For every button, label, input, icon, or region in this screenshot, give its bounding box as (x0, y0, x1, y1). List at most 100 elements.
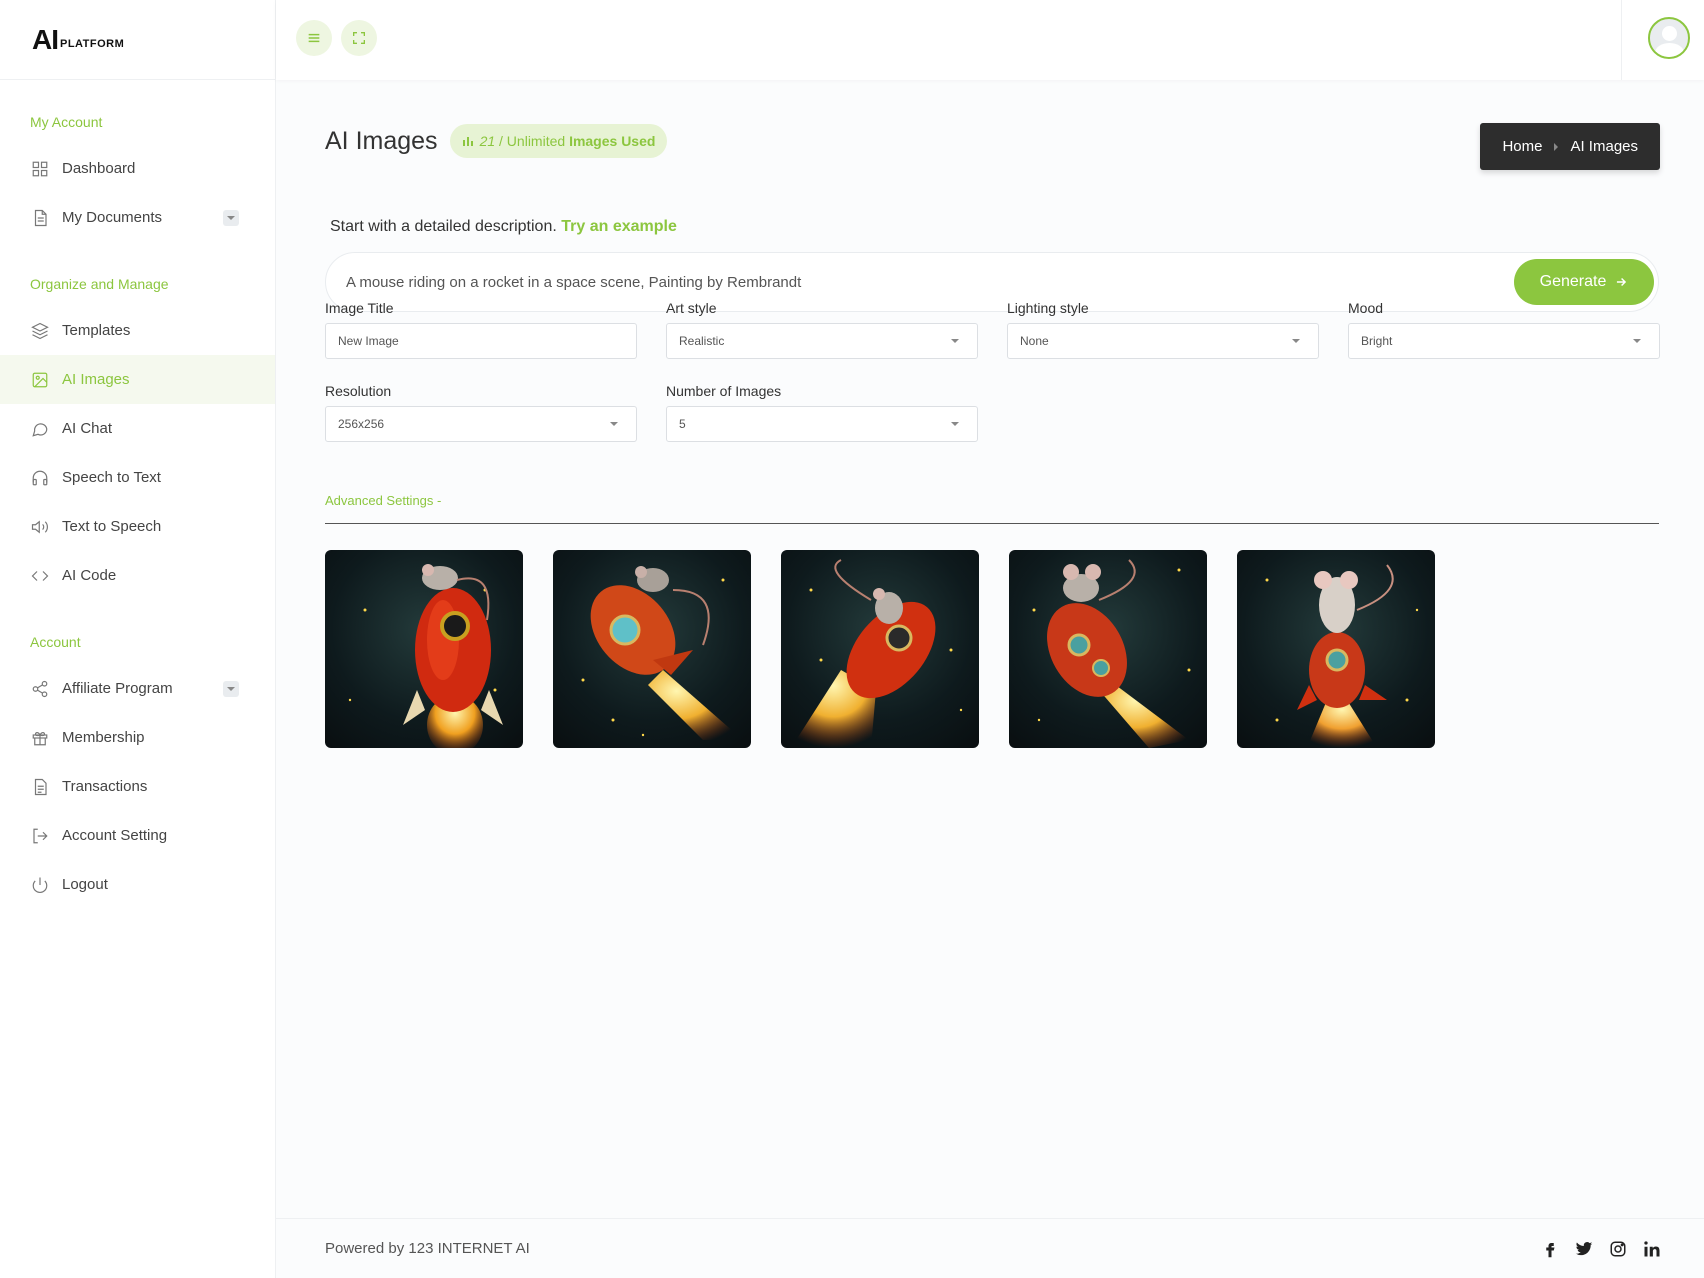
chevron-down-icon (951, 339, 959, 343)
sidebar-item-affiliate[interactable]: Affiliate Program (0, 664, 275, 713)
chat-icon (30, 419, 50, 439)
generated-image[interactable] (1009, 550, 1207, 748)
sidebar-item-label: AI Images (62, 371, 130, 388)
sidebar-item-label: AI Chat (62, 420, 113, 437)
generated-image[interactable] (553, 550, 751, 748)
speaker-icon (30, 517, 50, 537)
rocket-mouse-image (791, 559, 963, 748)
topbar-divider (1621, 0, 1622, 80)
facebook-icon[interactable] (1540, 1239, 1560, 1259)
resolution-field: Resolution 256x256 (325, 383, 637, 442)
image-title-input[interactable]: New Image (325, 323, 637, 359)
image-icon (30, 370, 50, 390)
rocket-mouse-image (1032, 559, 1191, 748)
try-example-link[interactable]: Try an example (561, 218, 677, 235)
sidebar-item-label: Text to Speech (62, 518, 162, 535)
generated-image[interactable] (1237, 550, 1435, 748)
lighting-style-field: Lighting style None (1007, 300, 1319, 359)
logo-platform-text: PLATFORM (60, 37, 125, 50)
avatar[interactable] (1648, 17, 1690, 59)
lighting-style-select[interactable]: None (1007, 323, 1319, 359)
grid-icon (30, 159, 50, 179)
power-icon (30, 875, 50, 895)
divider (325, 523, 1659, 524)
image-title-label: Image Title (325, 300, 394, 316)
sidebar-item-membership[interactable]: Membership (0, 713, 275, 762)
sidebar-item-label: Membership (62, 729, 145, 746)
sidebar-item-label: Transactions (62, 778, 148, 795)
sidebar-item-my-documents[interactable]: My Documents (0, 193, 275, 242)
chevron-down-icon[interactable] (223, 680, 239, 697)
receipt-icon (30, 777, 50, 797)
menu-toggle-button[interactable] (296, 20, 332, 56)
lighting-style-label: Lighting style (1007, 300, 1089, 316)
page-header: AI Images 21 / Unlimited Images Used (325, 124, 668, 158)
mood-select[interactable]: Bright (1348, 323, 1660, 359)
code-icon (30, 566, 50, 586)
generate-label: Generate (1539, 273, 1607, 290)
breadcrumb-home[interactable]: Home (1502, 138, 1542, 155)
linkedin-icon[interactable] (1642, 1239, 1662, 1259)
page-title: AI Images (325, 126, 438, 155)
sidebar-item-speech-to-text[interactable]: Speech to Text (0, 453, 275, 502)
arrow-right-icon (1617, 277, 1627, 287)
layers-icon (30, 321, 50, 341)
breadcrumb-separator-icon (1554, 142, 1559, 151)
chevron-down-icon[interactable] (223, 209, 239, 226)
number-of-images-select[interactable]: 5 (666, 406, 978, 442)
sidebar-item-ai-images[interactable]: AI Images (0, 355, 275, 404)
sidebar-item-ai-code[interactable]: AI Code (0, 551, 275, 600)
bar-chart-icon (462, 137, 473, 146)
image-title-field: Image Title New Image (325, 300, 637, 359)
headphones-icon (30, 468, 50, 488)
number-of-images-value: 5 (679, 417, 686, 431)
sidebar-item-ai-chat[interactable]: AI Chat (0, 404, 275, 453)
sidebar-item-label: Dashboard (62, 160, 136, 177)
usage-count: 21 (479, 133, 496, 149)
fullscreen-button[interactable] (341, 20, 377, 56)
sidebar-item-dashboard[interactable]: Dashboard (0, 144, 275, 193)
generated-image[interactable] (781, 550, 979, 748)
image-gallery (325, 550, 1435, 748)
image-title-placeholder: New Image (338, 334, 399, 348)
art-style-select[interactable]: Realistic (666, 323, 978, 359)
usage-text: / Unlimited (495, 133, 570, 149)
main-content: AI Images 21 / Unlimited Images Used Hom… (276, 80, 1704, 1278)
number-of-images-label: Number of Images (666, 383, 782, 399)
generate-button[interactable]: Generate (1514, 259, 1654, 305)
sidebar-item-label: AI Code (62, 567, 117, 584)
advanced-settings-toggle[interactable]: Advanced Settings - (325, 493, 441, 508)
twitter-icon[interactable] (1574, 1239, 1594, 1259)
sidebar-item-label: My Documents (62, 209, 163, 226)
document-icon (30, 208, 50, 228)
sidebar-item-label: Account Setting (62, 827, 168, 844)
sidebar-item-label: Affiliate Program (62, 680, 173, 697)
footer: Powered by 123 INTERNET AI (276, 1218, 1704, 1278)
sidebar-item-account-setting[interactable]: Account Setting (0, 811, 275, 860)
section-account: Account (30, 634, 81, 650)
mood-value: Bright (1361, 334, 1393, 348)
section-organize: Organize and Manage (30, 276, 169, 292)
logo-ai-text: AI (32, 23, 59, 55)
resolution-label: Resolution (325, 383, 392, 399)
prompt-intro: Start with a detailed description. Try a… (330, 218, 677, 236)
art-style-label: Art style (666, 300, 717, 316)
intro-text: Start with a detailed description. (330, 218, 562, 235)
logo[interactable]: AI PLATFORM (0, 0, 275, 80)
sidebar-item-transactions[interactable]: Transactions (0, 762, 275, 811)
mood-field: Mood Bright (1348, 300, 1660, 359)
resolution-select[interactable]: 256x256 (325, 406, 637, 442)
sidebar: AI PLATFORM My Account Dashboard My Docu… (0, 0, 276, 1278)
gift-icon (30, 728, 50, 748)
sidebar-item-text-to-speech[interactable]: Text to Speech (0, 502, 275, 551)
topbar (276, 0, 1704, 80)
art-style-value: Realistic (679, 334, 725, 348)
chevron-down-icon (1292, 339, 1300, 343)
sidebar-item-label: Speech to Text (62, 469, 161, 486)
instagram-icon[interactable] (1608, 1239, 1628, 1259)
lighting-style-value: None (1020, 334, 1049, 348)
sidebar-item-templates[interactable]: Templates (0, 306, 275, 355)
sidebar-item-logout[interactable]: Logout (0, 860, 275, 909)
rocket-mouse-image (348, 564, 503, 748)
generated-image[interactable] (325, 550, 523, 748)
